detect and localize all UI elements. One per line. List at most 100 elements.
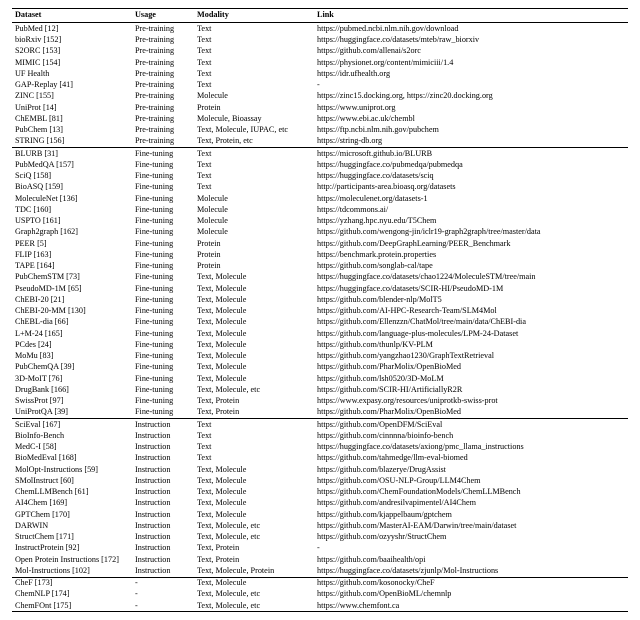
table-row: BioMedEval [168]InstructionTexthttps://g…: [12, 453, 628, 464]
cell-u: Instruction: [132, 487, 194, 498]
cell-u: Fine-tuning: [132, 171, 194, 182]
cell-d: UniProt [14]: [12, 102, 132, 113]
table-row: MolOpt-Instructions [59]InstructionText,…: [12, 464, 628, 475]
cell-u: Instruction: [132, 453, 194, 464]
cell-m: Protein: [194, 102, 314, 113]
cell-u: -: [132, 589, 194, 600]
col-dataset: Dataset: [12, 9, 132, 23]
cell-l: https://github.com/allenai/s2orc: [314, 46, 628, 57]
cell-m: Text, Protein: [194, 543, 314, 554]
cell-u: Fine-tuning: [132, 283, 194, 294]
cell-m: Text, Molecule: [194, 339, 314, 350]
cell-l: https://huggingface.co/datasets/mteb/raw…: [314, 35, 628, 46]
cell-u: Instruction: [132, 565, 194, 577]
table-row: UniProtQA [39]Fine-tuningText, Proteinht…: [12, 407, 628, 419]
cell-u: Fine-tuning: [132, 159, 194, 170]
cell-l: https://huggingface.co/datasets/sciq: [314, 171, 628, 182]
cell-m: Text, Molecule, etc: [194, 384, 314, 395]
table-row: ChemLLMBench [61]InstructionText, Molecu…: [12, 487, 628, 498]
cell-d: MoleculeNet [136]: [12, 193, 132, 204]
cell-l: https://github.com/baaihealth/opi: [314, 554, 628, 565]
cell-d: SciQ [158]: [12, 171, 132, 182]
cell-d: SciEval [167]: [12, 419, 132, 431]
cell-u: Pre-training: [132, 102, 194, 113]
cell-m: Molecule: [194, 216, 314, 227]
cell-u: Fine-tuning: [132, 339, 194, 350]
cell-m: Protein: [194, 238, 314, 249]
cell-u: Instruction: [132, 430, 194, 441]
cell-m: Text, Molecule, etc: [194, 520, 314, 531]
table-row: PubMedQA [157]Fine-tuningTexthttps://hug…: [12, 159, 628, 170]
cell-d: SwissProt [97]: [12, 396, 132, 407]
cell-l: https://github.com/cinnnna/bioinfo-bench: [314, 430, 628, 441]
cell-m: Text, Molecule, etc: [194, 532, 314, 543]
cell-m: Text, Molecule: [194, 475, 314, 486]
cell-d: PubChemQA [39]: [12, 362, 132, 373]
cell-m: Text, Molecule, etc: [194, 600, 314, 612]
cell-l: https://huggingface.co/datasets/axiong/p…: [314, 442, 628, 453]
cell-l: http://participants-area.bioasq.org/data…: [314, 182, 628, 193]
cell-m: Molecule: [194, 204, 314, 215]
cell-l: https://github.com/ChemFoundationModels/…: [314, 487, 628, 498]
table-row: BioASQ [159]Fine-tuningTexthttp://partic…: [12, 182, 628, 193]
cell-u: Fine-tuning: [132, 328, 194, 339]
cell-m: Protein: [194, 261, 314, 272]
cell-u: Pre-training: [132, 68, 194, 79]
table-row: TDC [160]Fine-tuningMoleculehttps://tdco…: [12, 204, 628, 215]
cell-d: PubChemSTM [73]: [12, 272, 132, 283]
cell-u: -: [132, 577, 194, 589]
cell-m: Text, Molecule: [194, 373, 314, 384]
table-row: GAP-Replay [41]Pre-trainingText-: [12, 80, 628, 91]
cell-m: Text, Molecule: [194, 306, 314, 317]
cell-d: TAPE [164]: [12, 261, 132, 272]
cell-d: PCdes [24]: [12, 339, 132, 350]
cell-m: Molecule: [194, 227, 314, 238]
cell-d: bioRxiv [152]: [12, 35, 132, 46]
table-row: PubMed [12]Pre-trainingTexthttps://pubme…: [12, 23, 628, 35]
col-link: Link: [314, 9, 628, 23]
cell-l: https://github.com/blazerye/DrugAssist: [314, 464, 628, 475]
table-row: 3D-MoIT [76]Fine-tuningText, Moleculehtt…: [12, 373, 628, 384]
cell-m: Text: [194, 35, 314, 46]
cell-d: 3D-MoIT [76]: [12, 373, 132, 384]
cell-l: https://github.com/wengong-jin/iclr19-gr…: [314, 227, 628, 238]
cell-m: Text, Protein: [194, 407, 314, 419]
table-row: ZINC [155]Pre-trainingMoleculehttps://zi…: [12, 91, 628, 102]
table-row: DARWINInstructionText, Molecule, etchttp…: [12, 520, 628, 531]
cell-l: https://github.com/tahmedge/llm-eval-bio…: [314, 453, 628, 464]
cell-u: Fine-tuning: [132, 272, 194, 283]
cell-l: https://github.com/yangzhao1230/GraphTex…: [314, 351, 628, 362]
cell-d: ChEBI-20 [21]: [12, 294, 132, 305]
cell-l: https://github.com/AI-HPC-Research-Team/…: [314, 306, 628, 317]
cell-l: https://github.com/OSU-NLP-Group/LLM4Che…: [314, 475, 628, 486]
cell-d: MedC-I [58]: [12, 442, 132, 453]
table-row: TAPE [164]Fine-tuningProteinhttps://gith…: [12, 261, 628, 272]
cell-u: Instruction: [132, 475, 194, 486]
cell-l: https://zinc15.docking.org, https://zinc…: [314, 91, 628, 102]
cell-u: Fine-tuning: [132, 407, 194, 419]
cell-d: S2ORC [153]: [12, 46, 132, 57]
cell-m: Text, Molecule: [194, 272, 314, 283]
table-row: StructChem [171]InstructionText, Molecul…: [12, 532, 628, 543]
cell-u: Fine-tuning: [132, 182, 194, 193]
cell-l: https://huggingface.co/datasets/SCIR-HI/…: [314, 283, 628, 294]
cell-m: Text: [194, 171, 314, 182]
cell-m: Text, Molecule: [194, 328, 314, 339]
dataset-table: Dataset Usage Modality Link PubMed [12]P…: [12, 8, 628, 612]
table-row: S2ORC [153]Pre-trainingTexthttps://githu…: [12, 46, 628, 57]
cell-d: UF Health: [12, 68, 132, 79]
cell-d: ChEMBL [81]: [12, 113, 132, 124]
cell-d: PubChem [13]: [12, 125, 132, 136]
cell-d: ChEBI-20-MM [130]: [12, 306, 132, 317]
table-row: ChEBI-20-MM [130]Fine-tuningText, Molecu…: [12, 306, 628, 317]
cell-l: https://github.com/ozyyshr/StructChem: [314, 532, 628, 543]
cell-d: InstructProtein [92]: [12, 543, 132, 554]
table-row: ChemFOnt [175]-Text, Molecule, etchttps:…: [12, 600, 628, 612]
table-row: SwissProt [97]Fine-tuningText, Proteinht…: [12, 396, 628, 407]
cell-d: PubMedQA [157]: [12, 159, 132, 170]
cell-d: BioASQ [159]: [12, 182, 132, 193]
cell-l: https://github.com/kosonocky/CheF: [314, 577, 628, 589]
cell-m: Text, Molecule: [194, 317, 314, 328]
cell-l: -: [314, 80, 628, 91]
cell-m: Text: [194, 68, 314, 79]
